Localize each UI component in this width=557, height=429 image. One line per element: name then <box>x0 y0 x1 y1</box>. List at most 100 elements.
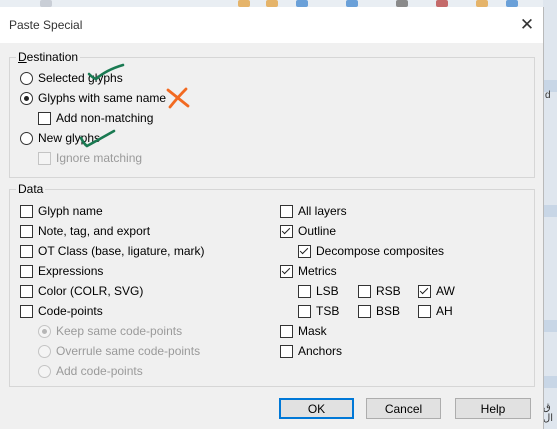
destination-legend: Destination <box>18 50 79 64</box>
radio-button <box>38 344 51 358</box>
checkbox-label: All layers <box>298 204 347 218</box>
radio-button[interactable] <box>20 131 33 145</box>
checkbox-label: OT Class (base, ligature, mark) <box>38 244 205 258</box>
checkbox-label: Expressions <box>38 264 104 278</box>
toolbar-icon <box>238 0 250 7</box>
checkbox-ot-class[interactable]: OT Class (base, ligature, mark) <box>20 243 205 259</box>
panel-label: d <box>545 90 551 101</box>
checkbox[interactable] <box>418 284 431 298</box>
ok-button-label: OK <box>307 402 326 416</box>
toolbar-icon <box>296 0 308 7</box>
radio-label: Add code-points <box>56 364 143 378</box>
checkbox[interactable] <box>20 264 33 278</box>
help-button-label: Help <box>480 402 506 416</box>
radio-add-code-points: Add code-points <box>38 363 143 379</box>
checkbox-expressions[interactable]: Expressions <box>20 263 103 279</box>
cancel-button[interactable]: Cancel <box>366 398 441 419</box>
radio-label: Keep same code-points <box>56 324 183 338</box>
checkbox-label: AH <box>436 304 453 318</box>
checkbox-label: Anchors <box>298 344 343 358</box>
radio-button <box>38 364 51 378</box>
checkbox-label: TSB <box>316 304 340 318</box>
checkbox-label: Metrics <box>298 264 337 278</box>
checkbox[interactable] <box>358 304 371 318</box>
checkbox-rsb[interactable]: RSB <box>358 283 401 299</box>
radio-overrule-same-code-points: Overrule same code-points <box>38 343 200 359</box>
checkbox-label: Add non-matching <box>56 111 154 125</box>
checkbox[interactable] <box>418 304 431 318</box>
checkbox-outline[interactable]: Outline <box>280 223 336 239</box>
checkbox[interactable] <box>38 111 51 125</box>
checkbox-label: LSB <box>316 284 339 298</box>
checkbox[interactable] <box>280 204 293 218</box>
paste-special-dialog: Paste Special ✕ Destination Selected gly… <box>0 7 544 429</box>
checkbox-label: Decompose composites <box>316 244 445 258</box>
toolbar-icon <box>40 0 52 7</box>
checkbox-metrics[interactable]: Metrics <box>280 263 337 279</box>
cancel-button-label: Cancel <box>384 402 423 416</box>
toolbar-icon <box>436 0 448 7</box>
radio-button[interactable] <box>20 91 33 105</box>
checkbox[interactable] <box>20 244 33 258</box>
checkbox[interactable] <box>358 284 371 298</box>
radio-label: New glyphs <box>38 131 101 145</box>
dialog-title: Paste Special <box>9 18 83 32</box>
checkbox-decompose-composites[interactable]: Decompose composites <box>298 243 444 259</box>
checkbox-label: Color (COLR, SVG) <box>38 284 144 298</box>
checkbox[interactable] <box>280 264 293 278</box>
checkbox[interactable] <box>280 324 293 338</box>
checkbox-color[interactable]: Color (COLR, SVG) <box>20 283 143 299</box>
checkbox <box>38 151 51 165</box>
checkbox-code-points[interactable]: Code-points <box>20 303 103 319</box>
checkbox[interactable] <box>298 304 311 318</box>
checkbox-ah[interactable]: AH <box>418 303 453 319</box>
toolbar-icon <box>346 0 358 7</box>
checkbox-label: Code-points <box>38 304 103 318</box>
help-button[interactable]: Help <box>455 398 531 419</box>
ok-button[interactable]: OK <box>279 398 354 419</box>
radio-label: Glyphs with same name <box>38 91 167 105</box>
checkbox-label: Outline <box>298 224 337 238</box>
checkbox[interactable] <box>20 204 33 218</box>
checkbox-anchors[interactable]: Anchors <box>280 343 342 359</box>
checkbox[interactable] <box>20 284 33 298</box>
checkbox-aw[interactable]: AW <box>418 283 455 299</box>
radio-selected-glyphs[interactable]: Selected glyphs <box>20 70 123 86</box>
checkbox-label: BSB <box>376 304 401 318</box>
radio-button <box>38 324 51 338</box>
toolbar-icon <box>396 0 408 7</box>
checkbox-label: Note, tag, and export <box>38 224 151 238</box>
checkbox-glyph-name[interactable]: Glyph name <box>20 203 103 219</box>
toolbar-icon <box>266 0 278 7</box>
radio-label: Selected glyphs <box>38 71 123 85</box>
close-icon[interactable]: ✕ <box>514 14 540 36</box>
checkbox-tsb[interactable]: TSB <box>298 303 339 319</box>
checkbox-note-tag-export[interactable]: Note, tag, and export <box>20 223 150 239</box>
radio-label: Overrule same code-points <box>56 344 201 358</box>
checkbox-label: RSB <box>376 284 401 298</box>
checkbox-add-non-matching[interactable]: Add non-matching <box>38 110 153 126</box>
data-legend: Data <box>18 182 44 196</box>
checkbox-mask[interactable]: Mask <box>280 323 327 339</box>
checkbox[interactable] <box>20 304 33 318</box>
toolbar-icon <box>506 0 518 7</box>
checkbox[interactable] <box>280 344 293 358</box>
radio-glyphs-same-name[interactable]: Glyphs with same name <box>20 90 166 106</box>
checkbox[interactable] <box>20 224 33 238</box>
panel-band <box>543 320 557 332</box>
checkbox-label: AW <box>436 284 455 298</box>
background-app-toolbar <box>0 0 557 7</box>
checkbox-label: Mask <box>298 324 327 338</box>
checkbox-bsb[interactable]: BSB <box>358 303 400 319</box>
radio-button[interactable] <box>20 71 33 85</box>
checkbox[interactable] <box>298 284 311 298</box>
checkbox[interactable] <box>298 244 311 258</box>
panel-band <box>543 205 557 217</box>
radio-new-glyphs[interactable]: New glyphs <box>20 130 100 146</box>
checkbox[interactable] <box>280 224 293 238</box>
checkbox-ignore-matching: Ignore matching <box>38 150 142 166</box>
title-bar: Paste Special ✕ <box>0 7 543 43</box>
checkbox-all-layers[interactable]: All layers <box>280 203 347 219</box>
checkbox-label: Ignore matching <box>56 151 143 165</box>
checkbox-lsb[interactable]: LSB <box>298 283 339 299</box>
